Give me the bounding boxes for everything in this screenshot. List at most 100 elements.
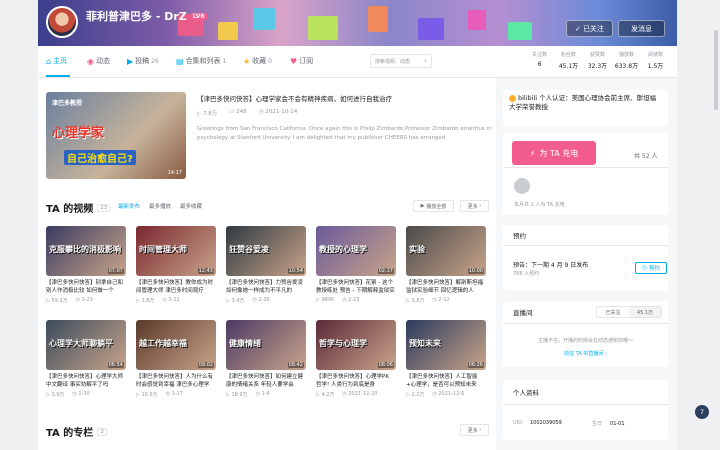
video-duration: 14:17: [167, 170, 182, 176]
play-icon: ▷: [406, 298, 410, 304]
stat-likes: 获赞数 32.3万: [587, 52, 608, 70]
video-meta: ▷ 3.8万 ◷ 2-12: [406, 297, 450, 304]
video-thumbnail[interactable]: 预知未来 06:26: [406, 320, 486, 370]
videos-section-title: TA 的视频 23: [46, 200, 111, 215]
video-duration: 10:00: [467, 268, 484, 274]
play-all-button[interactable]: ▶ 播放全部: [413, 200, 454, 212]
collection-icon: ▤: [176, 56, 184, 66]
video-thumbnail[interactable]: 心理学大师聊躺平 06:54: [46, 320, 126, 370]
tab-subscriptions[interactable]: ♥ 订阅: [290, 56, 313, 66]
top-video-thumbnail[interactable]: 津巴多教授 心理学家 自己治愈自己? 14:17: [46, 92, 186, 179]
play-icon: ▷: [226, 298, 230, 304]
send-message-button[interactable]: 发消息: [618, 20, 665, 37]
columns-section-title: TA 的专栏 3: [46, 424, 107, 439]
feed-icon: ◉: [87, 56, 94, 66]
video-card[interactable]: 时间管理大师 12:43 【津巴多快问快答】教你成为时间管理大师 津巴多时间观疗 ▷ …: [136, 226, 216, 304]
search-icon: ⌕: [424, 58, 427, 64]
video-thumbnail[interactable]: 狂赞谷爱凌 10:54: [226, 226, 306, 276]
play-icon: ▷: [46, 392, 50, 398]
video-title[interactable]: 【津巴多快问快答】心理学大师中文翻译 事实劝解平了吗: [46, 373, 126, 389]
tab-favorites[interactable]: ★ 收藏 0: [243, 56, 272, 66]
video-title[interactable]: 【津巴多快问快答】人工智能+心理学，是否可以预知未来: [406, 373, 486, 389]
video-title[interactable]: 【津巴多快问快答】解剖斯坦福监狱实验细节 回忆逻辑的人: [406, 279, 486, 295]
top-video-meta: ▷ 7.8万 ▭ 248 ◷ 2021-10-14: [197, 109, 298, 117]
columns-more-button[interactable]: 更多 ›: [460, 424, 489, 436]
clock-icon: ◷: [342, 391, 347, 397]
video-meta: ▷ 3.8万 ◷ 3-12: [136, 297, 180, 304]
clock-icon: ◷: [165, 391, 170, 397]
live-room-card: 直播间 已关注 45.1万 主播不在，开播的时候会在动态通知你哦～ 前往 TA …: [503, 302, 668, 367]
live-follow-status[interactable]: 已关注 45.1万: [596, 306, 662, 318]
video-card[interactable]: 哲学与心理学 08:06 【津巴多快问快答】心理学PK 哲学! 人类行为到底是身 ▷ …: [316, 320, 396, 398]
video-title[interactable]: 【津巴多快问快答】如何建立健康的情绪关系 年轻人要学会: [226, 373, 306, 389]
video-thumbnail[interactable]: 越工作越幸福 09:02: [136, 320, 216, 370]
video-thumbnail[interactable]: 哲学与心理学 08:06: [316, 320, 396, 370]
reservation-card: 预约 预告：下一期 4 月 9 日发布 768 人预约 ◷ 预约: [503, 225, 668, 290]
video-card[interactable]: 教授的心理学 02:17 【津巴多快问快答】花絮 - 这个教授练处 预告 - 下期解…: [316, 226, 396, 303]
avatar[interactable]: [46, 6, 78, 38]
video-title[interactable]: 【津巴多快问快答】力赞谷爱凌 如何像她一样成为不平凡的: [226, 279, 306, 295]
tab-collections[interactable]: ▤ 合集和列表 1: [176, 56, 226, 66]
tab-home[interactable]: ⌂ 主页: [46, 56, 67, 66]
video-title[interactable]: 【津巴多快问快答】人为什么有时会感觉到幸福 津巴多心理学: [136, 373, 216, 389]
clock-icon: ◷: [72, 391, 77, 397]
video-duration: 09:02: [197, 362, 214, 368]
video-sort-tabs: 最新发布 最多播放 最多收藏: [118, 202, 202, 210]
top-video-description: Greetings from San Francisco California.…: [197, 126, 492, 141]
video-thumbnail[interactable]: 实验 10:00: [406, 226, 486, 276]
active-tab-indicator: [46, 75, 70, 77]
video-card[interactable]: 心理学大师聊躺平 06:54 【津巴多快问快答】心理学大师中文翻译 事实劝解平了吗 ▷…: [46, 320, 126, 398]
charger-avatar[interactable]: [514, 178, 530, 194]
uid-row: UID 1002039059: [513, 420, 562, 426]
reserve-button[interactable]: ◷ 预约: [635, 262, 667, 274]
video-meta: ▷ 3.4万 ◷ 2-26: [226, 297, 270, 304]
sort-latest[interactable]: 最新发布: [118, 202, 140, 210]
video-title[interactable]: 【津巴多快问快答】心理学PK 哲学! 人类行为到底是身: [316, 373, 396, 389]
play-icon: ▷: [406, 392, 410, 398]
live-room-link[interactable]: 前往 TA 的直播间 ›: [503, 350, 668, 357]
video-card[interactable]: 狂赞谷爱凌 10:54 【津巴多快问快答】力赞谷爱凌 如何像她一样成为不平凡的 ▷ 3…: [226, 226, 306, 304]
top-video-title[interactable]: 【津巴多快问快答】心理学家会不会有精神疾病，如何进行自我治疗: [197, 93, 497, 103]
stat-following[interactable]: 关注数 6: [525, 51, 554, 70]
stats-bar: 关注数 6 粉丝数 45.1万 获赞数 32.3万 播放数 633.8万 阅读数 1.5万: [525, 51, 670, 70]
video-title[interactable]: 【津巴多快问快答】别拿自己和别人作消极比较 如何做一个: [46, 279, 126, 295]
video-card[interactable]: 实验 10:00 【津巴多快问快答】解剖斯坦福监狱实验细节 回忆逻辑的人 ▷ 3.8万…: [406, 226, 486, 304]
play-icon: ▷: [197, 111, 202, 117]
video-thumbnail[interactable]: 健康情绪 08:42: [226, 320, 306, 370]
help-button[interactable]: 7: [695, 405, 709, 419]
heart-icon: ♥: [290, 56, 298, 66]
video-title[interactable]: 【津巴多快问快答】花絮 - 这个教授练处 预告 - 下期解释监狱实验: [316, 279, 396, 295]
video-thumbnail[interactable]: 克服攀比的消极影响 07:07: [46, 226, 126, 276]
video-card[interactable]: 克服攀比的消极影响 07:07 【津巴多快问快答】别拿自己和别人作消极比较 如何做一…: [46, 226, 126, 304]
followed-button[interactable]: ✓ 已关注: [566, 20, 613, 37]
clock-icon: ◷: [642, 265, 647, 271]
video-meta: ▷ 9896 ◷ 2-23: [316, 297, 360, 303]
video-card[interactable]: 越工作越幸福 09:02 【津巴多快问快答】人为什么有时会感觉到幸福 津巴多心理学 ▷…: [136, 320, 216, 398]
scrollbar[interactable]: [714, 30, 718, 110]
play-icon: ▷: [226, 392, 230, 398]
charge-note: 本月共 1 人为 TA 充电: [514, 202, 565, 208]
clock-icon: ◷: [432, 391, 437, 397]
clock-icon: ◷: [432, 297, 437, 303]
certification-card: bilibili 个人认证：美国心理协会前主席、斯坦福大学荣誉教授: [503, 90, 668, 126]
sort-most-favorited[interactable]: 最多收藏: [180, 202, 202, 210]
star-icon: ★: [243, 56, 251, 66]
sort-most-played[interactable]: 最多播放: [149, 202, 171, 210]
videos-more-button[interactable]: 更多 ›: [460, 200, 489, 212]
video-thumbnail[interactable]: 教授的心理学 02:17: [316, 226, 396, 276]
video-card[interactable]: 预知未来 06:26 【津巴多快问快答】人工智能+心理学，是否可以预知未来 ▷ 2.2…: [406, 320, 486, 398]
play-icon: ▷: [136, 298, 140, 304]
tab-uploads[interactable]: ▶ 投稿 26: [127, 56, 159, 66]
video-thumbnail[interactable]: 时间管理大师 12:43: [136, 226, 216, 276]
video-card[interactable]: 健康情绪 08:42 【津巴多快问快答】如何建立健康的情绪关系 年轻人要学会 ▷ 18…: [226, 320, 306, 398]
reservation-count: 768 人预约: [513, 271, 540, 277]
reservation-text: 预告：下一期 4 月 9 日发布: [513, 262, 589, 269]
username: 菲利普津巴多 - DrZ LV6: [86, 8, 207, 24]
video-duration: 10:54: [287, 268, 304, 274]
stat-fans[interactable]: 粉丝数 45.1万: [554, 51, 583, 70]
tab-feed[interactable]: ◉ 动态: [87, 56, 110, 66]
search-input[interactable]: 搜索视频、动态 ⌕: [370, 54, 432, 68]
video-title[interactable]: 【津巴多快问快答】教你成为时间管理大师 津巴多时间观疗: [136, 279, 216, 295]
level-badge: LV6: [190, 12, 207, 20]
charge-button[interactable]: ⚡ 为 TA 充电: [512, 141, 596, 165]
